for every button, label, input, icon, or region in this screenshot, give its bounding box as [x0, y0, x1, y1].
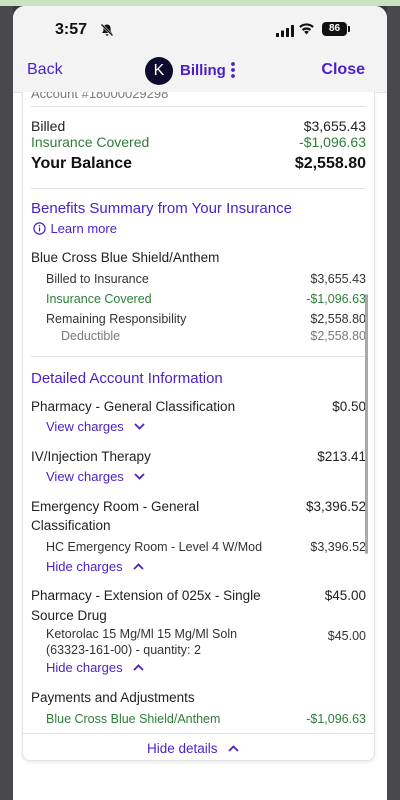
billed-to-insurance-value: $3,655.43 [310, 272, 366, 286]
charge-subitem-name: Ketorolac 15 Mg/Ml 15 Mg/Ml Soln [46, 627, 238, 641]
battery-indicator: 86 [322, 22, 347, 36]
view-charges-button[interactable]: View charges [46, 418, 145, 436]
deductible-value: $2,558.80 [310, 329, 366, 343]
chevron-down-icon [134, 473, 145, 481]
hide-charges-button[interactable]: Hide charges [46, 659, 144, 677]
insurer-name: Blue Cross Blue Shield/Anthem [31, 250, 220, 265]
page-title: Billing [180, 62, 226, 79]
billed-value: $3,655.43 [303, 118, 366, 134]
charge-item-name: Pharmacy - Extension of 025x - Single [31, 588, 261, 603]
payment-name: Blue Cross Blue Shield/Anthem [46, 712, 221, 726]
hide-charges-button[interactable]: Hide charges [46, 558, 144, 576]
close-button[interactable]: Close [321, 61, 365, 79]
wifi-icon [298, 22, 315, 40]
billed-to-insurance-label: Billed to Insurance [46, 272, 149, 286]
benefits-covered-value: -$1,096.63 [306, 292, 366, 306]
signal-icon [276, 24, 294, 42]
account-number: Account #18000029298 [31, 92, 169, 101]
avatar[interactable]: K [145, 57, 173, 85]
deductible-label: Deductible [61, 329, 121, 343]
hide-charges-label: Hide charges [46, 559, 123, 574]
charge-item-amount: $3,396.52 [305, 499, 366, 514]
chevron-up-icon [133, 664, 144, 671]
billed-label: Billed [31, 118, 66, 134]
billing-card: Account #18000029298 Billed $3,655.43 In… [22, 92, 375, 761]
chevron-up-icon [228, 745, 239, 752]
charge-item-name-continued: Source Drug [31, 608, 107, 623]
your-balance-value: $2,558.80 [294, 155, 366, 172]
background-right-edge [387, 6, 400, 800]
more-options-icon[interactable] [230, 61, 236, 84]
hide-details-label: Hide details [147, 741, 218, 756]
divider [31, 188, 366, 189]
insurance-covered-value: -$1,096.63 [299, 134, 366, 150]
view-charges-label: View charges [46, 419, 124, 434]
benefits-covered-label: Insurance Covered [46, 292, 152, 306]
view-charges-button[interactable]: View charges [46, 468, 145, 486]
chevron-down-icon [134, 423, 145, 431]
benefits-summary-title: Benefits Summary from Your Insurance [31, 200, 292, 217]
payment-amount: -$1,096.63 [306, 712, 366, 726]
charge-subitem-amount: $3,396.52 [310, 540, 366, 554]
info-icon [33, 222, 46, 235]
payments-title: Payments and Adjustments [31, 690, 195, 705]
charge-item-amount: $0.50 [332, 399, 366, 414]
charge-subitem-amount: $45.00 [327, 629, 366, 643]
bell-muted-icon [100, 23, 114, 42]
remaining-responsibility-value: $2,558.80 [310, 312, 366, 326]
header: 3:57 86 Back K Billing Close [13, 6, 387, 93]
learn-more-link[interactable]: Learn more [33, 220, 117, 238]
charge-subitem-name: HC Emergency Room - Level 4 W/Mod [46, 540, 263, 554]
charge-subitem-name-continued: (63323-161-00) - quantity: 2 [46, 643, 201, 657]
back-button[interactable]: Back [27, 61, 63, 79]
divider [31, 356, 366, 357]
learn-more-label: Learn more [50, 221, 117, 236]
chevron-up-icon [133, 563, 144, 570]
scrollbar[interactable] [365, 294, 368, 554]
charge-item-name: Pharmacy - General Classification [31, 399, 236, 414]
charge-item-name: IV/Injection Therapy [31, 449, 151, 464]
status-time: 3:57 [55, 21, 88, 38]
remaining-responsibility-label: Remaining Responsibility [46, 312, 187, 326]
your-balance-label: Your Balance [31, 155, 133, 172]
charge-item-name-continued: Classification [31, 518, 111, 533]
view-charges-label: View charges [46, 469, 124, 484]
hide-details-button[interactable]: Hide details [147, 740, 239, 758]
detailed-account-title: Detailed Account Information [31, 370, 223, 387]
insurance-covered-label: Insurance Covered [31, 134, 150, 150]
billing-sheet: 3:57 86 Back K Billing Close Account #18… [13, 6, 387, 800]
background-left-edge [0, 6, 13, 800]
charge-item-name: Emergency Room - General [31, 499, 200, 514]
charge-item-amount: $213.41 [317, 449, 366, 464]
divider [23, 733, 374, 734]
hide-charges-label: Hide charges [46, 660, 123, 675]
divider [31, 106, 366, 107]
battery-tip [348, 26, 350, 32]
charge-item-amount: $45.00 [324, 588, 366, 603]
